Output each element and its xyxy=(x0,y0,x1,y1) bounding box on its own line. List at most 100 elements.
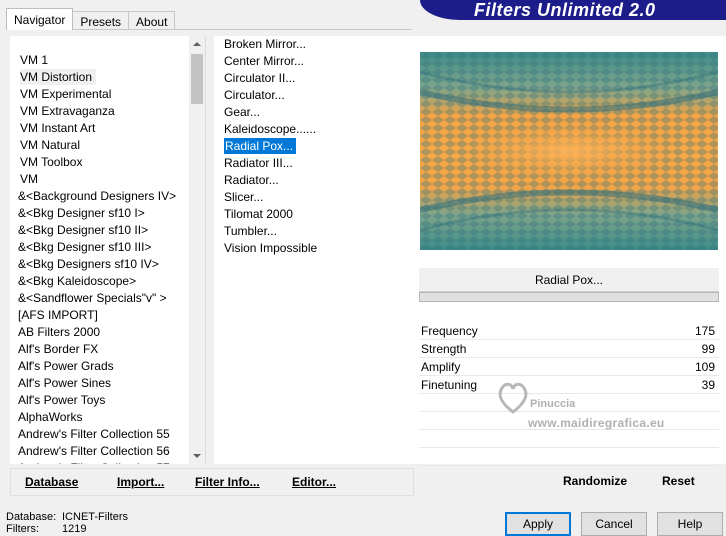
category-item[interactable]: VM Distortion xyxy=(10,69,205,86)
cancel-button[interactable]: Cancel xyxy=(581,512,647,536)
category-label: VM Distortion xyxy=(20,69,97,85)
filter-label: Tumbler... xyxy=(224,224,277,238)
filter-label: Kaleidoscope...... xyxy=(224,122,317,136)
filter-item[interactable]: Radial Pox... xyxy=(214,138,414,155)
category-item[interactable]: VM xyxy=(10,171,205,188)
status-filters-value: 1219 xyxy=(62,523,87,535)
category-label: &<Bkg Designer sf10 I> xyxy=(18,206,145,220)
filter-item[interactable]: Kaleidoscope...... xyxy=(214,121,414,138)
category-label: Andrew's Filter Collection 56 xyxy=(18,444,170,458)
category-item[interactable]: VM Experimental xyxy=(10,86,205,103)
category-item[interactable]: VM Natural xyxy=(10,137,205,154)
param-row-amplify[interactable]: Amplify 109 xyxy=(419,358,719,376)
category-label: Alf's Border FX xyxy=(18,342,99,356)
filter-list[interactable]: Broken Mirror... Center Mirror... Circulat… xyxy=(214,36,414,464)
status-filters-key: Filters: xyxy=(6,523,39,535)
category-item[interactable]: [AFS IMPORT] xyxy=(10,307,205,324)
category-item[interactable]: VM Extravaganza xyxy=(10,103,205,120)
database-button[interactable]: Database xyxy=(25,475,78,489)
category-item[interactable]: &<Bkg Designer sf10 II> xyxy=(10,222,205,239)
param-row-finetuning[interactable]: Finetuning 39 xyxy=(419,376,719,394)
category-label: Andrew's Filter Collection 55 xyxy=(18,427,170,441)
tab-about[interactable]: About xyxy=(128,11,176,30)
param-value: 175 xyxy=(694,324,715,338)
filter-item[interactable]: Circulator... xyxy=(214,87,414,104)
category-label: Alf's Power Toys xyxy=(18,393,106,407)
category-item[interactable]: VM Instant Art xyxy=(10,120,205,137)
category-item[interactable]: AB Filters 2000 xyxy=(10,324,205,341)
filter-info-button[interactable]: Filter Info... xyxy=(195,475,260,489)
filter-item[interactable]: Gear... xyxy=(214,104,414,121)
tab-presets[interactable]: Presets xyxy=(72,11,130,30)
param-label: Amplify xyxy=(421,360,461,374)
category-item[interactable]: Andrew's Filter Collection 55 xyxy=(10,426,205,443)
filter-item[interactable]: Radiator III... xyxy=(214,155,414,172)
category-item[interactable]: Andrew's Filter Collection 57 xyxy=(10,460,205,464)
param-label: Frequency xyxy=(421,324,478,338)
tab-navigator[interactable]: Navigator xyxy=(6,8,74,30)
param-row-empty xyxy=(419,430,719,448)
filter-label: Slicer... xyxy=(224,190,264,204)
category-item[interactable]: &<Bkg Designers sf10 IV> xyxy=(10,256,205,273)
filter-item[interactable]: Slicer... xyxy=(214,189,414,206)
filter-item[interactable]: Circulator II... xyxy=(214,70,414,87)
category-item[interactable]: VM 1 xyxy=(10,52,205,69)
apply-button[interactable]: Apply xyxy=(505,512,571,536)
filter-item[interactable]: Tumbler... xyxy=(214,223,414,240)
category-item[interactable]: &<Background Designers IV> xyxy=(10,188,205,205)
category-list[interactable]: VM 1 VM Distortion VM Experimental VM Extra… xyxy=(10,36,206,464)
filter-label: Center Mirror... xyxy=(224,54,305,68)
randomize-button[interactable]: Randomize xyxy=(563,474,627,488)
category-item[interactable]: Alf's Power Grads xyxy=(10,358,205,375)
category-label: Andrew's Filter Collection 57 xyxy=(18,461,170,464)
category-label: VM Natural xyxy=(20,138,81,152)
category-label: [AFS IMPORT] xyxy=(18,308,98,322)
scroll-down-icon[interactable] xyxy=(193,454,201,458)
category-item[interactable]: VM Toolbox xyxy=(10,154,205,171)
category-label: VM Extravaganza xyxy=(20,104,115,118)
param-row-empty xyxy=(419,448,719,466)
filter-label: Tilomat 2000 xyxy=(224,207,293,221)
param-row-strength[interactable]: Strength 99 xyxy=(419,340,719,358)
param-row-empty xyxy=(419,394,719,412)
category-item[interactable]: Alf's Power Sines xyxy=(10,375,205,392)
editor-button[interactable]: Editor... xyxy=(292,475,336,489)
category-item[interactable]: &<Bkg Kaleidoscope> xyxy=(10,273,205,290)
param-value: 99 xyxy=(701,342,715,356)
filter-item[interactable]: Center Mirror... xyxy=(214,53,414,70)
category-item[interactable]: AlphaWorks xyxy=(10,409,205,426)
scroll-up-icon[interactable] xyxy=(193,42,201,46)
scroll-thumb[interactable] xyxy=(191,54,203,104)
filter-name-label: Radial Pox... xyxy=(419,268,719,292)
category-label: VM xyxy=(20,172,38,186)
filter-item[interactable]: Vision Impossible xyxy=(214,240,414,257)
category-item[interactable]: Alf's Border FX xyxy=(10,341,205,358)
category-label: Alf's Power Sines xyxy=(18,376,111,390)
category-item[interactable]: &<Bkg Designer sf10 III> xyxy=(10,239,205,256)
import-button[interactable]: Import... xyxy=(117,475,164,489)
filter-item[interactable]: Broken Mirror... xyxy=(214,36,414,53)
category-label: VM Instant Art xyxy=(20,121,96,135)
help-button[interactable]: Help xyxy=(657,512,723,536)
progress-bar xyxy=(419,292,719,302)
category-label: VM 1 xyxy=(20,53,49,67)
category-scrollbar[interactable] xyxy=(189,36,205,464)
filter-label: Broken Mirror... xyxy=(224,37,307,51)
status-db-value: ICNET-Filters xyxy=(62,511,128,523)
category-item[interactable]: Alf's Power Toys xyxy=(10,392,205,409)
category-label: &<Bkg Designers sf10 IV> xyxy=(18,257,159,271)
category-item[interactable]: &<Bkg Designer sf10 I> xyxy=(10,205,205,222)
filter-label: Vision Impossible xyxy=(224,241,318,255)
filter-item[interactable]: Radiator... xyxy=(214,172,414,189)
preview-image xyxy=(419,52,719,250)
category-label: Alf's Power Grads xyxy=(18,359,114,373)
brand-banner: Filters Unlimited 2.0 xyxy=(420,0,726,20)
filter-label: Circulator... xyxy=(224,88,285,102)
category-item[interactable]: &<Sandflower Specials"v" > xyxy=(10,290,205,307)
reset-button[interactable]: Reset xyxy=(662,474,695,488)
toolbar-right: Randomize Reset xyxy=(420,468,720,496)
filter-item[interactable]: Tilomat 2000 xyxy=(214,206,414,223)
param-row-frequency[interactable]: Frequency 175 xyxy=(419,322,719,340)
status-info: Database: ICNET-Filters Filters: 1219 xyxy=(6,511,128,535)
category-item[interactable]: Andrew's Filter Collection 56 xyxy=(10,443,205,460)
